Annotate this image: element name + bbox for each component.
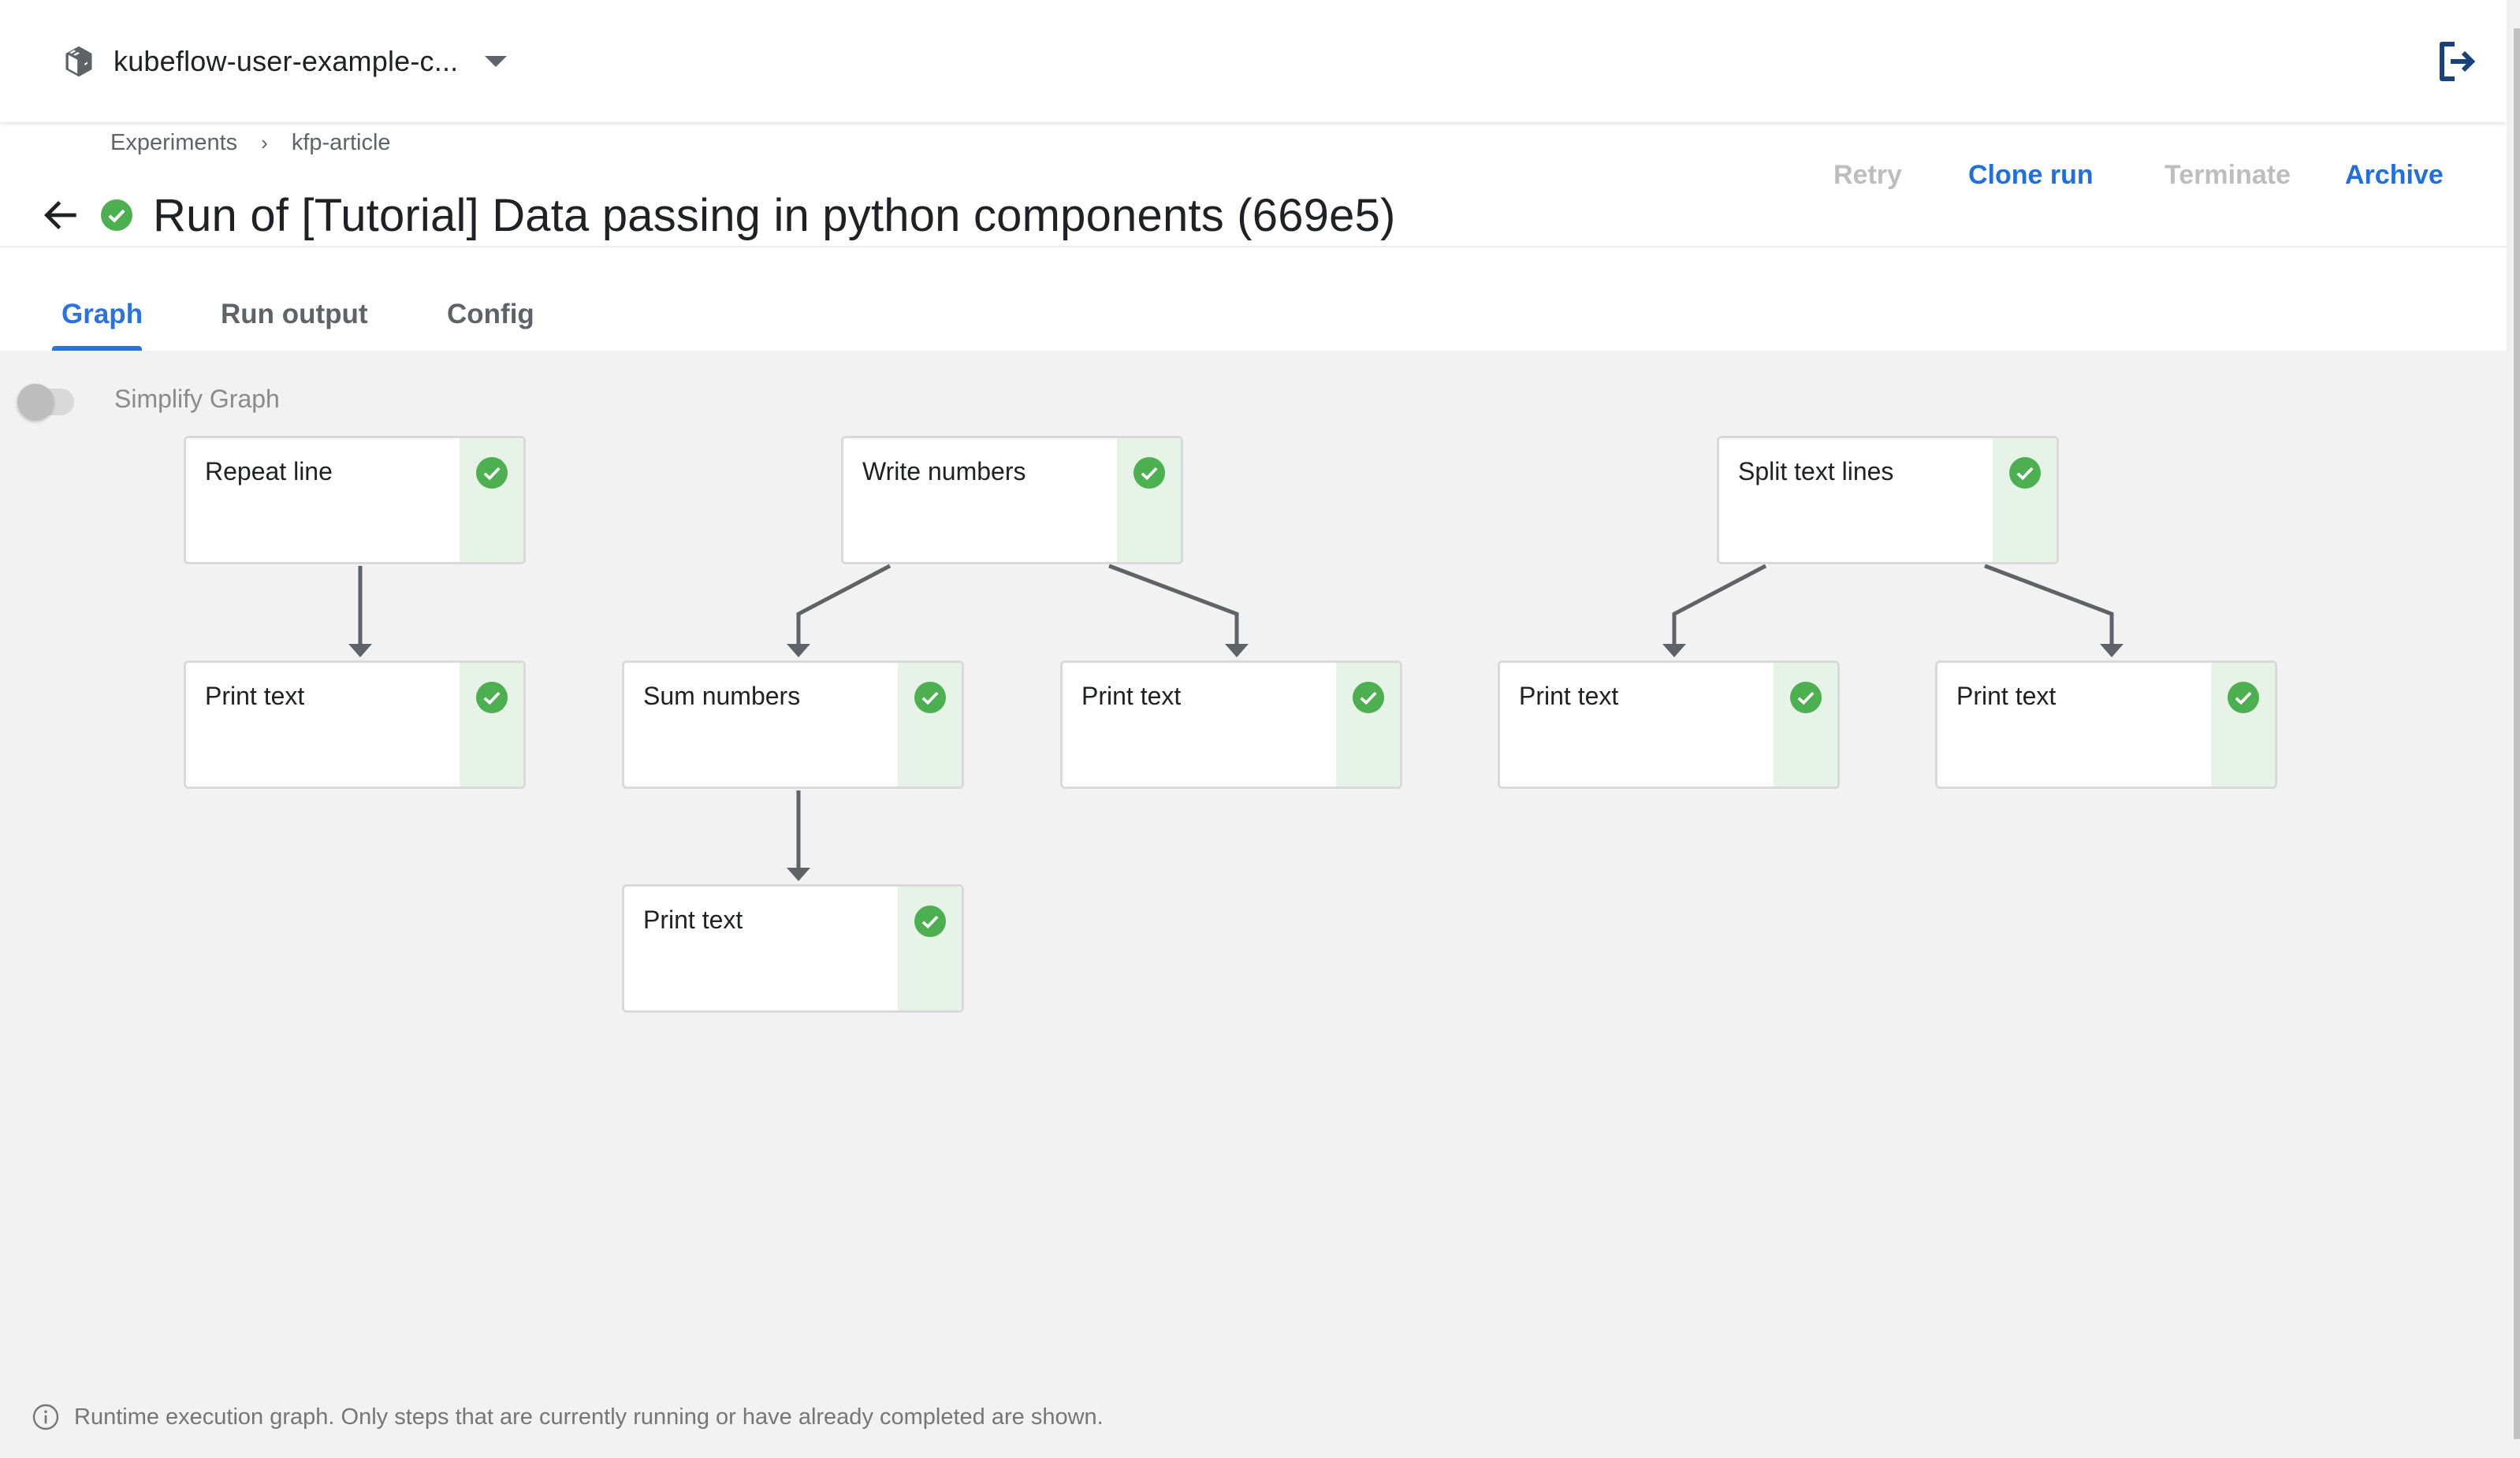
graph-node-split-text-lines[interactable]: Split text lines [1717,436,2059,564]
graph-node-print-text-5[interactable]: Print text [1935,660,2277,789]
edge-arrowhead-icon [1662,644,1686,657]
graph-node-print-text-3[interactable]: Print text [622,884,964,1013]
tab-graph[interactable]: Graph [61,299,143,330]
node-label: Print text [205,682,305,710]
success-check-icon [101,199,132,231]
node-label: Split text lines [1738,457,1894,485]
node-label: Print text [1519,682,1619,710]
info-icon [32,1404,59,1430]
edge-arrowhead-icon [787,644,810,657]
success-check-icon [2009,457,2041,489]
success-check-icon [1353,682,1384,713]
edge-arrowhead-icon [787,868,810,881]
cube-icon [65,46,92,77]
run-actions: Retry Clone run Terminate Archive [0,152,2507,199]
graph-node-print-text-2[interactable]: Print text [1060,660,1402,789]
node-label: Print text [643,906,743,934]
node-label: Repeat line [205,457,333,485]
graph-edge [1672,563,1767,646]
tab-bar: Graph Run output Config [0,288,2507,351]
retry-button[interactable]: Retry [1833,160,1902,191]
edge-arrowhead-icon [2100,644,2124,657]
graph-node-repeat-line[interactable]: Repeat line [184,436,526,564]
simplify-graph-label: Simplify Graph [114,385,280,413]
graph-node-print-text-1[interactable]: Print text [184,660,526,789]
footer-note-text: Runtime execution graph. Only steps that… [74,1404,1104,1430]
tab-config[interactable]: Config [447,299,534,330]
edge-arrowhead-icon [348,644,372,657]
header-divider [0,246,2507,247]
namespace-selector[interactable]: kubeflow-user-example-c... [61,38,508,85]
success-check-icon [914,682,946,713]
tab-run-output[interactable]: Run output [221,299,368,330]
node-label: Print text [1081,682,1182,710]
scrollbar-thumb[interactable] [2514,28,2520,1439]
graph-node-write-numbers[interactable]: Write numbers [841,436,1183,564]
success-check-icon [914,906,946,937]
graph-edge [796,563,891,646]
logout-icon[interactable] [2436,39,2480,84]
success-check-icon [2228,682,2259,713]
terminate-button[interactable]: Terminate [2165,160,2291,191]
graph-node-print-text-4[interactable]: Print text [1498,660,1840,789]
clone-run-button[interactable]: Clone run [1968,160,2094,191]
caret-down-icon[interactable] [485,56,508,67]
graph-edge [1984,563,2114,646]
node-label: Sum numbers [643,682,801,710]
success-check-icon [1790,682,1822,713]
back-arrow-icon[interactable] [39,193,84,237]
breadcrumb-separator: › [261,130,268,154]
archive-button[interactable]: Archive [2345,160,2444,191]
graph-edge [1108,563,1239,646]
node-label: Print text [1956,682,2057,710]
edge-arrowhead-icon [1225,644,1249,657]
namespace-label: kubeflow-user-example-c... [114,45,459,77]
graph-footer-note: Runtime execution graph. Only steps that… [32,1400,1104,1434]
graph-node-sum-numbers[interactable]: Sum numbers [622,660,964,789]
success-check-icon [476,682,508,713]
top-bar: kubeflow-user-example-c... [0,0,2507,122]
page-header: Experiments › kfp-article Run of [Tutori… [0,122,2507,351]
node-label: Write numbers [862,457,1026,485]
success-check-icon [1133,457,1165,489]
success-check-icon [476,457,508,489]
simplify-graph-toggle[interactable] [17,381,88,422]
active-tab-indicator [52,346,142,351]
